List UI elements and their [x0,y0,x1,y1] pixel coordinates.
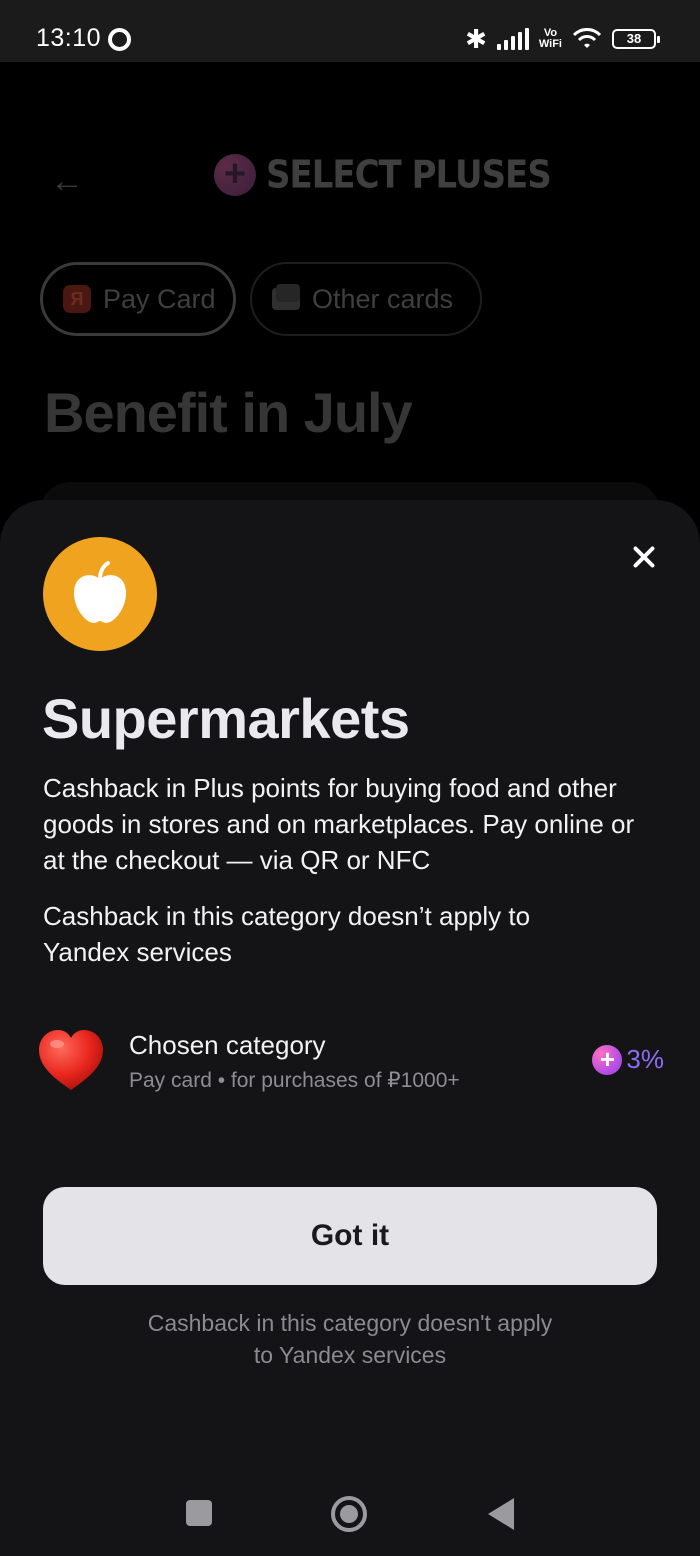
vowifi-icon: Vo WiFi [539,28,562,50]
got-it-button[interactable]: Got it [43,1187,657,1285]
chip-pay-card-label: Pay Card [103,283,216,314]
battery-icon: 38 [612,29,660,49]
cards-icon [272,284,300,310]
chosen-category-row: Chosen category Pay card • for purchases… [0,1024,700,1100]
background-page: ← + SELECT PLUSES Я Pay Card Other cards… [0,62,700,522]
bluetooth-icon: ✱ [465,23,487,54]
logo-text: SELECT PLUSES [266,152,552,198]
heart-icon [39,1030,103,1090]
chosen-category-title: Chosen category [129,1030,326,1060]
home-button[interactable] [331,1496,367,1532]
status-bar: 13:10 ✱ Vo WiFi 38 [0,0,700,62]
cashback-value: + 3% [592,1044,664,1075]
footnote: Cashback in this category doesn't apply … [0,1307,700,1371]
category-icon [43,537,157,651]
chosen-category-subtitle: Pay card • for purchases of ₽1000+ [129,1069,460,1092]
chip-other-cards[interactable]: Other cards [250,262,482,336]
category-description: Cashback in Plus points for buying food … [43,773,635,875]
footnote-line-1: Cashback in this category doesn't apply [147,1310,553,1336]
recents-button[interactable] [186,1500,212,1526]
back-button[interactable] [488,1498,514,1530]
apple-icon [74,561,126,623]
status-icons: ✱ Vo WiFi 38 [465,22,660,56]
background-title: Benefit in July [44,381,413,444]
category-note: Cashback in this category doesn’t apply … [43,901,531,967]
back-arrow-icon[interactable]: ← [50,162,84,201]
close-icon[interactable] [626,540,660,574]
status-time: 13:10 [36,24,102,52]
plus-badge-icon: + [592,1044,623,1075]
signal-icon [496,28,529,50]
footnote-line-2: to Yandex services [253,1342,447,1368]
status-ring-icon [108,28,131,51]
cashback-percent: 3% [626,1044,664,1074]
plus-logo-icon: + [214,154,256,196]
chip-other-cards-label: Other cards [312,283,454,314]
sheet-title: Supermarkets [42,687,410,750]
select-pluses-logo: + SELECT PLUSES [214,152,552,198]
chip-pay-card[interactable]: Я Pay Card [40,262,236,336]
vowifi-bottom: WiFi [538,38,562,50]
wifi-icon [572,28,602,48]
yandex-badge-icon: Я [63,285,91,313]
